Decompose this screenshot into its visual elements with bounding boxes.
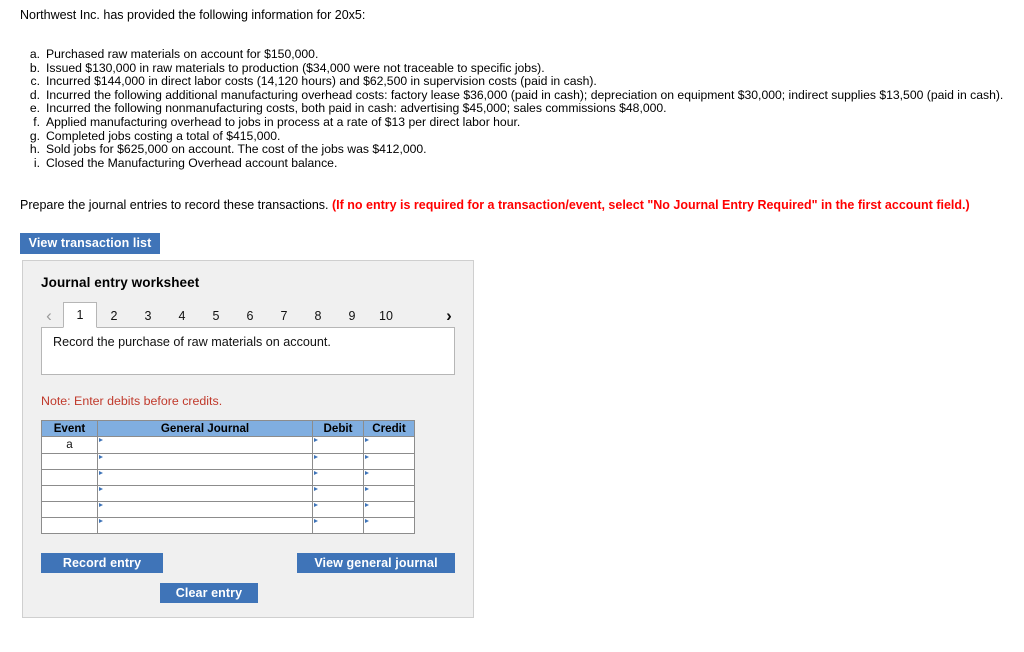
- list-item-text: Incurred the following additional manufa…: [46, 87, 1004, 102]
- chevron-left-icon[interactable]: ‹: [41, 302, 57, 328]
- cell-general-journal[interactable]: [97, 453, 313, 470]
- cell-event[interactable]: [41, 453, 98, 470]
- debits-before-credits-note: Note: Enter debits before credits.: [41, 394, 223, 408]
- tab-8[interactable]: 8: [301, 302, 335, 328]
- worksheet-prompt-box: Record the purchase of raw materials on …: [41, 327, 455, 375]
- cell-credit[interactable]: [363, 469, 415, 486]
- record-entry-button[interactable]: Record entry: [41, 553, 163, 573]
- chevron-right-icon[interactable]: ›: [441, 302, 457, 328]
- problem-intro: Northwest Inc. has provided the followin…: [20, 8, 366, 22]
- list-item: d. Incurred the following additional man…: [20, 87, 1004, 103]
- cell-debit[interactable]: [312, 485, 364, 502]
- instruction-hint: (If no entry is required for a transacti…: [331, 198, 970, 212]
- cell-debit[interactable]: [312, 469, 364, 486]
- list-item-text: Completed jobs costing a total of $415,0…: [46, 128, 281, 143]
- list-item-marker: a.: [29, 47, 40, 61]
- journal-entry-worksheet-panel: Journal entry worksheet ‹ 1 2 3 4 5 6 7 …: [22, 260, 474, 618]
- list-item: e. Incurred the following nonmanufacturi…: [20, 102, 1003, 116]
- worksheet-tab-strip: ‹ 1 2 3 4 5 6 7 8 9 10 ›: [41, 302, 457, 328]
- tab-9[interactable]: 9: [335, 302, 369, 328]
- instruction-line: Prepare the journal entries to record th…: [20, 198, 970, 213]
- cell-credit[interactable]: [363, 436, 415, 454]
- cell-general-journal[interactable]: [97, 501, 313, 518]
- column-header-general-journal: General Journal: [97, 420, 313, 437]
- list-item-marker: b.: [29, 60, 40, 75]
- table-row: [41, 501, 415, 518]
- cell-debit[interactable]: [312, 501, 364, 518]
- list-item-marker: h.: [29, 142, 40, 157]
- list-item: h. Sold jobs for $625,000 on account. Th…: [20, 143, 1003, 157]
- list-item-marker: i.: [33, 155, 40, 170]
- list-item: b. Issued $130,000 in raw materials to p…: [20, 60, 1003, 76]
- cell-event[interactable]: [41, 517, 98, 534]
- table-row: [41, 453, 415, 470]
- cell-debit[interactable]: [312, 453, 364, 470]
- tab-list: 1 2 3 4 5 6 7 8 9 10: [63, 302, 403, 328]
- list-item-text: Applied manufacturing overhead to jobs i…: [46, 114, 521, 129]
- cell-debit[interactable]: [312, 436, 364, 454]
- list-item-text: Incurred the following nonmanufacturing …: [46, 101, 667, 116]
- cell-general-journal[interactable]: [97, 436, 313, 454]
- journal-entry-table: Event General Journal Debit Credit a: [41, 420, 415, 534]
- tab-2[interactable]: 2: [97, 302, 131, 328]
- table-row: [41, 485, 415, 502]
- clear-entry-button[interactable]: Clear entry: [160, 583, 258, 603]
- list-item: c. Incurred $144,000 in direct labor cos…: [20, 75, 1003, 89]
- list-item-marker: d.: [29, 87, 40, 102]
- cell-general-journal[interactable]: [97, 485, 313, 502]
- list-item-text: Closed the Manufacturing Overhead accoun…: [46, 155, 338, 170]
- cell-event[interactable]: a: [41, 436, 98, 454]
- cell-debit[interactable]: [312, 517, 364, 534]
- tab-5[interactable]: 5: [199, 302, 233, 328]
- cell-general-journal[interactable]: [97, 517, 313, 534]
- view-transaction-list-button[interactable]: View transaction list: [20, 233, 160, 254]
- table-row: a: [41, 436, 415, 454]
- cell-event[interactable]: [41, 469, 98, 486]
- transaction-fact-list: a. Purchased raw materials on account fo…: [20, 47, 1004, 171]
- tab-7[interactable]: 7: [267, 302, 301, 328]
- cell-event[interactable]: [41, 485, 98, 502]
- worksheet-prompt-text: Record the purchase of raw materials on …: [53, 335, 331, 349]
- cell-credit[interactable]: [363, 453, 415, 470]
- tab-3[interactable]: 3: [131, 302, 165, 328]
- list-item: i. Closed the Manufacturing Overhead acc…: [20, 155, 1003, 171]
- list-item-text: Issued $130,000 in raw materials to prod…: [46, 60, 545, 75]
- cell-event-value: a: [66, 438, 73, 451]
- column-header-event: Event: [41, 420, 98, 437]
- tab-10[interactable]: 10: [369, 302, 403, 328]
- cell-general-journal[interactable]: [97, 469, 313, 486]
- list-item: a. Purchased raw materials on account fo…: [20, 47, 1003, 62]
- list-item-text: Purchased raw materials on account for $…: [46, 47, 319, 61]
- worksheet-title: Journal entry worksheet: [41, 275, 200, 290]
- list-item-marker: g.: [29, 128, 40, 143]
- list-item-marker: c.: [30, 74, 40, 89]
- cell-credit[interactable]: [363, 501, 415, 518]
- list-item-text: Sold jobs for $625,000 on account. The c…: [46, 142, 427, 157]
- tab-4[interactable]: 4: [165, 302, 199, 328]
- cell-credit[interactable]: [363, 517, 415, 534]
- list-item: g. Completed jobs costing a total of $41…: [20, 128, 1003, 144]
- cell-event[interactable]: [41, 501, 98, 518]
- list-item-text: Incurred $144,000 in direct labor costs …: [46, 74, 597, 89]
- cell-credit[interactable]: [363, 485, 415, 502]
- tab-6[interactable]: 6: [233, 302, 267, 328]
- table-row: [41, 517, 415, 534]
- column-header-credit: Credit: [363, 420, 415, 437]
- table-row: [41, 469, 415, 486]
- table-header-row: Event General Journal Debit Credit: [41, 420, 415, 437]
- view-general-journal-button[interactable]: View general journal: [297, 553, 455, 573]
- list-item-marker: f.: [33, 114, 40, 129]
- column-header-debit: Debit: [312, 420, 364, 437]
- list-item: f. Applied manufacturing overhead to job…: [20, 114, 1003, 130]
- instruction-text: Prepare the journal entries to record th…: [20, 198, 332, 212]
- list-item-marker: e.: [29, 101, 40, 116]
- tab-1[interactable]: 1: [63, 302, 97, 328]
